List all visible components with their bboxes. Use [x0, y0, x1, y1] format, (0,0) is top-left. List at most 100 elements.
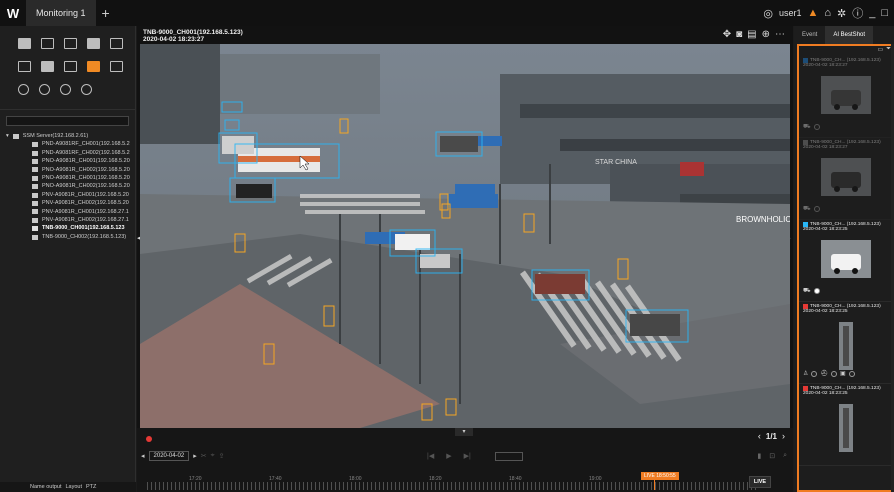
camera-icon [32, 200, 38, 206]
layout-icon[interactable]: ▭ [878, 46, 884, 56]
vehicle-thumbnail[interactable] [821, 158, 871, 196]
ptz-move-icon[interactable]: ✥ [723, 29, 731, 40]
tab-ptz[interactable]: PTZ [86, 484, 96, 490]
minimize-icon[interactable]: _ [869, 7, 875, 19]
camera-item[interactable]: PNV-A9081R_CH001(192.168.27.1 [0, 208, 135, 216]
camera-item[interactable]: TNB-9000_CH001(192.168.5.123 [0, 224, 135, 232]
camera-label: PNO-A9081R_CH002(192.168.5.20 [42, 166, 130, 173]
app-logo: W [6, 5, 20, 21]
fullscreen-icon[interactable] [18, 61, 31, 72]
expand-icon[interactable]: ▾ [6, 132, 9, 140]
step-forward-button[interactable]: ▶| [464, 452, 471, 460]
person-thumbnail[interactable] [839, 404, 853, 452]
more-icon[interactable]: ⋯ [775, 29, 785, 40]
snapshot-icon[interactable]: ◙ [736, 29, 742, 40]
timeline-label: 18:40 [509, 476, 522, 482]
tab-name-output[interactable]: Name output [30, 484, 62, 490]
info-icon[interactable]: ⓘ [852, 5, 863, 21]
color-attribute-dot [811, 370, 818, 377]
gear-icon[interactable]: ✲ [837, 7, 846, 20]
playback-controls: |◀ ▶ ▶| [427, 452, 471, 460]
camera-item[interactable]: PNO-A9081R_CH002(192.168.5.20 [0, 182, 135, 190]
step-back-button[interactable]: |◀ [427, 452, 434, 460]
playback-speed[interactable] [495, 452, 523, 461]
timeline-ticks [147, 482, 759, 490]
camera-item[interactable]: PND-A9081RF_CH001(192.168.5.2 [0, 140, 135, 148]
prev-page-button[interactable]: ‹ [758, 431, 761, 441]
playback-date[interactable]: 2020-04-02 [148, 451, 190, 461]
next-page-button[interactable]: › [782, 431, 785, 441]
audio-in-icon[interactable] [39, 84, 50, 95]
camera-label: PND-A9081RF_CH002(192.168.5.2 [42, 149, 130, 156]
speaker-icon[interactable] [18, 84, 29, 95]
camera-feed[interactable]: STAR CHINA BROWNHOLIC [140, 44, 790, 428]
layout-icon[interactable] [110, 38, 123, 49]
camera-item[interactable]: PNV-A9081R_CH002(192.168.5.20 [0, 199, 135, 207]
vehicle-thumbnail[interactable] [821, 240, 871, 278]
camera-item[interactable]: PNV-A9081R_CH002(192.168.27.1 [0, 216, 135, 224]
camera-item[interactable]: TNB-9000_CH002(192.168.5.123) [0, 233, 135, 241]
marker-icon[interactable]: ▮ [757, 452, 761, 460]
storefront-sign-2: BROWNHOLIC [736, 215, 790, 224]
tab-monitoring-1[interactable]: Monitoring 1 [26, 0, 97, 26]
user-icon[interactable]: ◎ [763, 7, 773, 20]
camera-label: PNV-A9081R_CH002(192.168.5.20 [42, 200, 129, 207]
next-date-button[interactable]: ▸ [193, 452, 197, 460]
play-button[interactable]: ▶ [446, 452, 451, 460]
maximize-icon[interactable]: □ [881, 7, 888, 19]
record-icon[interactable] [87, 61, 100, 72]
camera-label: PNO-A9081R_CH002(192.168.5.20 [42, 183, 130, 190]
print-icon[interactable] [41, 38, 54, 49]
vehicle-type-icon: ⛟ [803, 206, 811, 212]
live-time-line [654, 480, 655, 490]
street-scene: STAR CHINA BROWNHOLIC [140, 44, 790, 428]
timeline[interactable]: 17:20 17:40 18:00 18:20 18:40 19:00 LIVE… [147, 472, 779, 490]
add-tab-button[interactable]: + [97, 5, 115, 21]
bestshot-card[interactable]: TNB-9000_CH... (192.168.5.123) 2020-04-02… [799, 220, 894, 302]
camera-icon[interactable] [18, 38, 31, 49]
cut-icon[interactable]: ✂ [201, 452, 207, 460]
collapse-panel-button[interactable]: ▾ [455, 428, 473, 436]
user-name[interactable]: user1 [779, 8, 802, 18]
microphone-icon[interactable] [60, 84, 71, 95]
camera-item[interactable]: PNO-A9081R_CH002(192.168.5.20 [0, 166, 135, 174]
bestshot-card[interactable]: TNB-9000_CH... (192.168.5.123) 2020-04-02… [799, 138, 894, 220]
bestshot-card[interactable]: TNB-9000_CH... (192.168.5.123) 2020-04-02… [799, 302, 894, 384]
camera-icon [32, 158, 38, 164]
bag-icon: ▣ [840, 371, 846, 377]
folder-icon[interactable] [64, 61, 77, 72]
person-thumbnail[interactable] [839, 322, 853, 370]
camera-item[interactable]: PNO-A9081R_CH001(192.168.5.20 [0, 174, 135, 182]
toolbar-row-1 [0, 32, 135, 55]
camera-item[interactable]: PNV-A9081R_CH001(192.168.5.20 [0, 191, 135, 199]
camera-label: PNV-A9081R_CH001(192.168.5.20 [42, 191, 129, 198]
export-clip-icon[interactable]: ⇪ [219, 452, 225, 460]
alarm-icon[interactable]: ▲ [807, 7, 818, 19]
talk-icon[interactable] [81, 84, 92, 95]
live-button[interactable]: LIVE [749, 476, 771, 488]
search-input[interactable] [6, 116, 129, 126]
lock-icon[interactable]: ⌂ [824, 7, 831, 19]
tab-ai-bestshot[interactable]: AI BestShot [825, 26, 874, 44]
capture-icon[interactable] [64, 38, 77, 49]
timeline-search-icon[interactable]: ⌕ [783, 452, 787, 460]
tree-root-server[interactable]: ▾ SSM Server(192.168.2.61) [0, 132, 135, 140]
timeline-label: 19:00 [589, 476, 602, 482]
color-attribute-dot [831, 370, 838, 377]
prev-date-button[interactable]: ◂ [141, 452, 145, 460]
bestshot-card[interactable]: TNB-9000_CH... (192.168.5.123) 2020-04-02… [799, 56, 894, 138]
camera-item[interactable]: PND-A9081RF_CH002(192.168.5.2 [0, 149, 135, 157]
print-icon[interactable]: ▤ [747, 29, 756, 40]
tab-event[interactable]: Event [794, 26, 825, 44]
export-icon[interactable] [110, 61, 123, 72]
bestshot-card[interactable]: TNB-9000_CH... (192.168.5.123) 2020-04-02… [799, 384, 894, 466]
fit-icon[interactable]: ⊡ [769, 452, 775, 460]
grid-icon[interactable] [87, 38, 100, 49]
camera-item[interactable]: PNO-A9081R_CH001(192.168.5.20 [0, 157, 135, 165]
bookmark-icon[interactable]: ⌖ [211, 452, 215, 460]
bestshot-cards: TNB-9000_CH... (192.168.5.123) 2020-04-02… [799, 56, 894, 466]
zoom-icon[interactable]: ⊕ [762, 29, 770, 40]
tab-layout[interactable]: Layout [66, 484, 83, 490]
sequence-icon[interactable] [41, 61, 54, 72]
vehicle-thumbnail[interactable] [821, 76, 871, 114]
